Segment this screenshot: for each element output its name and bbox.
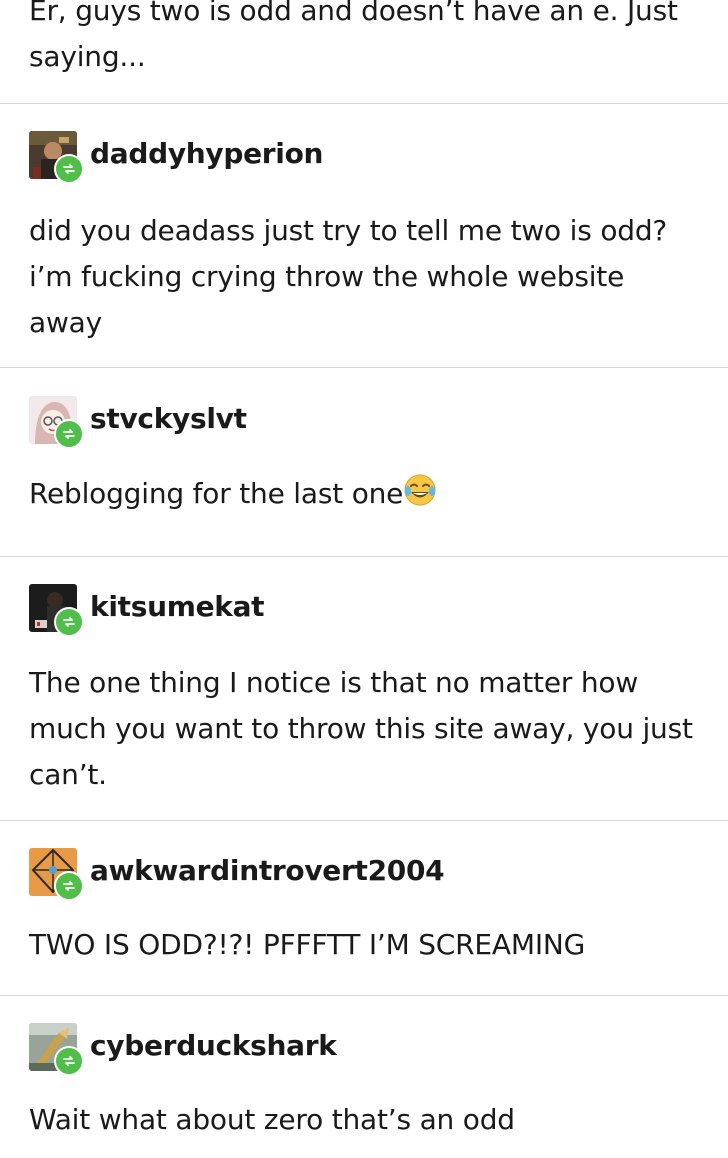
post-text: TWO IS ODD?!?! PFFFTT I’M SCREAMING xyxy=(29,928,586,961)
reblog-thread: Er, guys two is odd and doesn’t have an … xyxy=(0,0,728,1158)
divider xyxy=(0,367,728,368)
divider xyxy=(0,820,728,821)
avatar[interactable] xyxy=(29,396,84,449)
reblog-header-awkwardintrovert2004[interactable]: awkwardintrovert2004 xyxy=(29,848,445,901)
avatar[interactable] xyxy=(29,1023,84,1076)
reblog-header-daddyhyperion[interactable]: daddyhyperion xyxy=(29,131,323,184)
post-text: did you deadass just try to tell me two … xyxy=(29,214,668,339)
intro-post-text: Er, guys two is odd and doesn’t have an … xyxy=(29,0,678,73)
username[interactable]: awkwardintrovert2004 xyxy=(90,854,445,888)
divider xyxy=(0,556,728,557)
reblog-header-cyberduckshark[interactable]: cyberduckshark xyxy=(29,1023,337,1076)
avatar[interactable] xyxy=(29,131,84,184)
reblog-header-stvckyslvt[interactable]: stvckyslvt xyxy=(29,396,247,449)
reblog-icon xyxy=(54,1046,84,1076)
reblog-icon xyxy=(54,419,84,449)
post-text: Wait what about zero that’s an odd xyxy=(29,1103,515,1136)
avatar[interactable] xyxy=(29,584,84,637)
post-text-content: Reblogging for the last one xyxy=(29,477,404,510)
username[interactable]: cyberduckshark xyxy=(90,1029,337,1063)
username[interactable]: kitsumekat xyxy=(90,590,265,624)
face-with-tears-of-joy-emoji-icon xyxy=(403,473,437,507)
username[interactable]: stvckyslvt xyxy=(90,402,247,436)
avatar[interactable] xyxy=(29,848,84,901)
post-text: The one thing I notice is that no matter… xyxy=(29,666,693,791)
reblog-icon xyxy=(54,871,84,901)
reblog-icon xyxy=(54,607,84,637)
username[interactable]: daddyhyperion xyxy=(90,137,323,171)
divider xyxy=(0,103,728,104)
post-text: Reblogging for the last one xyxy=(29,471,709,517)
divider xyxy=(0,995,728,996)
reblog-header-kitsumekat[interactable]: kitsumekat xyxy=(29,584,265,637)
reblog-icon xyxy=(54,154,84,184)
